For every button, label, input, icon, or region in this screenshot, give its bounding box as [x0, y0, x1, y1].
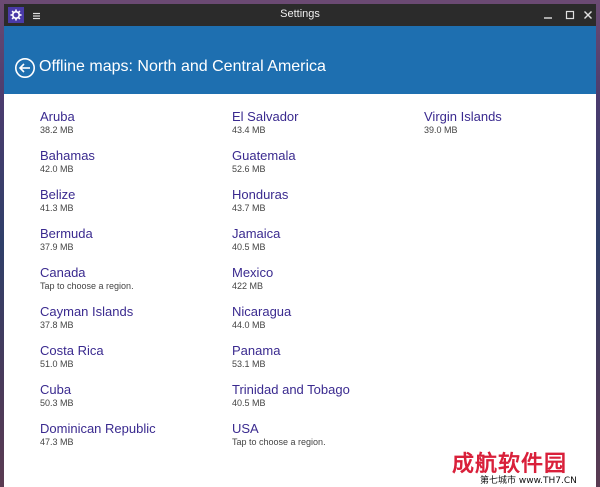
region-item[interactable]: Nicaragua 44.0 MB — [232, 303, 350, 342]
region-column-2: El Salvador 43.4 MB Guatemala 52.6 MB Hondur… — [232, 108, 350, 459]
region-size: 39.0 MB — [424, 125, 458, 135]
region-item[interactable]: Mexico 422 MB — [232, 264, 350, 303]
region-item[interactable]: USA Tap to choose a region. — [232, 420, 350, 459]
region-name: Guatemala — [232, 148, 296, 163]
region-name: Bahamas — [40, 148, 95, 163]
region-name: Canada — [40, 265, 86, 280]
region-size: 47.3 MB — [40, 437, 74, 447]
region-column-3: Virgin Islands 39.0 MB — [424, 108, 502, 147]
region-name: El Salvador — [232, 109, 299, 124]
region-size: 37.9 MB — [40, 242, 74, 252]
region-item[interactable]: Belize 41.3 MB — [40, 186, 156, 225]
region-name: Jamaica — [232, 226, 281, 241]
region-size: 43.4 MB — [232, 125, 266, 135]
settings-window: Settings Offline maps: North and Central… — [0, 0, 600, 487]
region-size: 43.7 MB — [232, 203, 266, 213]
region-size: 422 MB — [232, 281, 264, 291]
title-bar: Settings — [4, 4, 596, 26]
region-item[interactable]: Bermuda 37.9 MB — [40, 225, 156, 264]
region-item[interactable]: Cuba 50.3 MB — [40, 381, 156, 420]
region-list: Aruba 38.2 MB Bahamas 42.0 MB Belize 41.3 MB B… — [4, 94, 596, 487]
window-title: Settings — [280, 8, 320, 20]
region-size: 50.3 MB — [40, 398, 74, 408]
region-item[interactable]: Guatemala 52.6 MB — [232, 147, 350, 186]
region-name: Belize — [40, 187, 76, 202]
region-item[interactable]: Virgin Islands 39.0 MB — [424, 108, 502, 147]
region-name: Cayman Islands — [40, 304, 134, 319]
region-item[interactable]: Trinidad and Tobago 40.5 MB — [232, 381, 350, 420]
watermark: 成航软件园 第七城市 www.TH7.CN — [448, 446, 596, 486]
maximize-icon[interactable] — [562, 7, 578, 23]
region-name: Cuba — [40, 382, 72, 397]
region-name: Panama — [232, 343, 281, 358]
region-item[interactable]: Dominican Republic 47.3 MB — [40, 420, 156, 459]
minimize-icon[interactable] — [540, 7, 556, 23]
watermark-sub: 第七城市 www.TH7.CN — [480, 473, 577, 486]
region-size: 53.1 MB — [232, 359, 266, 369]
region-name: Virgin Islands — [424, 109, 502, 124]
region-name: Bermuda — [40, 226, 93, 241]
region-item[interactable]: Honduras 43.7 MB — [232, 186, 350, 225]
region-item[interactable]: El Salvador 43.4 MB — [232, 108, 350, 147]
region-size: Tap to choose a region. — [232, 437, 326, 447]
close-icon[interactable] — [580, 7, 596, 23]
region-name: Nicaragua — [232, 304, 292, 319]
region-item[interactable]: Aruba 38.2 MB — [40, 108, 156, 147]
region-name: Aruba — [40, 109, 75, 124]
region-item[interactable]: Panama 53.1 MB — [232, 342, 350, 381]
region-name: Trinidad and Tobago — [232, 382, 350, 397]
region-size: 40.5 MB — [232, 242, 266, 252]
region-item[interactable]: Bahamas 42.0 MB — [40, 147, 156, 186]
region-size: 38.2 MB — [40, 125, 74, 135]
region-name: Mexico — [232, 265, 274, 280]
page-header: Offline maps: North and Central America — [4, 26, 596, 94]
region-size: 37.8 MB — [40, 320, 74, 330]
region-item[interactable]: Canada Tap to choose a region. — [40, 264, 156, 303]
region-name: Honduras — [232, 187, 289, 202]
region-size: 44.0 MB — [232, 320, 266, 330]
region-item[interactable]: Jamaica 40.5 MB — [232, 225, 350, 264]
region-size: Tap to choose a region. — [40, 281, 134, 291]
region-size: 51.0 MB — [40, 359, 74, 369]
page-title: Offline maps: North and Central America — [39, 58, 326, 75]
region-size: 40.5 MB — [232, 398, 266, 408]
region-column-1: Aruba 38.2 MB Bahamas 42.0 MB Belize 41.3 MB B… — [40, 108, 156, 459]
back-arrow-icon[interactable] — [14, 57, 36, 79]
region-item[interactable]: Cayman Islands 37.8 MB — [40, 303, 156, 342]
region-size: 52.6 MB — [232, 164, 266, 174]
region-name: USA — [232, 421, 259, 436]
region-item[interactable]: Costa Rica 51.0 MB — [40, 342, 156, 381]
region-name: Dominican Republic — [40, 421, 156, 436]
region-size: 42.0 MB — [40, 164, 74, 174]
region-size: 41.3 MB — [40, 203, 74, 213]
region-name: Costa Rica — [40, 343, 104, 358]
